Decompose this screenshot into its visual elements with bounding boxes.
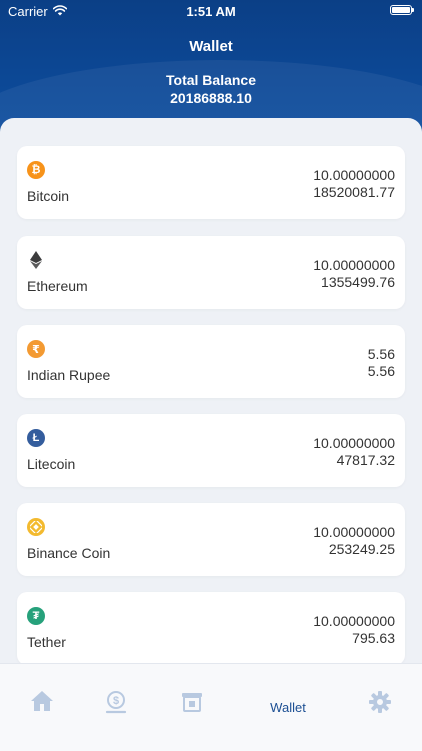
header: Carrier 1:51 AM Wallet Total Balance 201… bbox=[0, 0, 422, 135]
wallet-list[interactable]: ₿ Bitcoin 10.00000000 18520081.77 Ethere… bbox=[0, 118, 422, 663]
coin-name: Indian Rupee bbox=[27, 367, 111, 383]
coin-value: 1355499.76 bbox=[321, 274, 395, 290]
coin-amount: 10.00000000 bbox=[313, 613, 395, 629]
coin-card-binance-coin[interactable]: Binance Coin 10.00000000 253249.25 bbox=[17, 503, 405, 576]
coin-card-ethereum[interactable]: Ethereum 10.00000000 1355499.76 bbox=[17, 236, 405, 309]
tab-deposit[interactable]: $ bbox=[74, 664, 158, 751]
status-bar: Carrier 1:51 AM bbox=[0, 0, 422, 22]
coin-name: Ethereum bbox=[27, 278, 88, 294]
coin-amount: 5.56 bbox=[367, 346, 395, 362]
coin-name: Litecoin bbox=[27, 456, 76, 472]
coin-amount: 10.00000000 bbox=[313, 167, 395, 183]
coin-card-bitcoin[interactable]: ₿ Bitcoin 10.00000000 18520081.77 bbox=[17, 146, 405, 219]
tether-icon: ₮ bbox=[27, 607, 45, 625]
tab-bar: $ Wallet bbox=[0, 663, 422, 751]
tab-home[interactable] bbox=[0, 664, 84, 751]
litecoin-icon: Ł bbox=[27, 429, 45, 447]
coin-value: 5.56 bbox=[367, 363, 395, 379]
status-time: 1:51 AM bbox=[186, 4, 236, 19]
coin-card-litecoin[interactable]: Ł Litecoin 10.00000000 47817.32 bbox=[17, 414, 405, 487]
tab-wallet[interactable]: Wallet bbox=[246, 664, 330, 751]
coin-value: 47817.32 bbox=[336, 452, 395, 468]
coin-value: 795.63 bbox=[352, 630, 395, 646]
coin-value: 253249.25 bbox=[328, 541, 395, 557]
tab-atm[interactable] bbox=[150, 664, 234, 751]
coin-card-indian-rupee[interactable]: ₹ Indian Rupee 5.56 5.56 bbox=[17, 325, 405, 398]
total-balance-label: Total Balance bbox=[166, 72, 256, 88]
ethereum-icon bbox=[27, 251, 45, 269]
coin-name: Tether bbox=[27, 634, 66, 650]
atm-icon bbox=[180, 690, 204, 719]
gear-icon bbox=[368, 690, 392, 719]
home-icon bbox=[30, 690, 54, 717]
tab-settings[interactable] bbox=[338, 664, 422, 751]
page-title: Wallet bbox=[189, 38, 233, 55]
coin-amount: 10.00000000 bbox=[313, 435, 395, 451]
dollar-icon: $ bbox=[104, 690, 128, 719]
total-balance-value: 20186888.10 bbox=[170, 90, 252, 106]
coin-value: 18520081.77 bbox=[313, 184, 395, 200]
tab-wallet-label: Wallet bbox=[270, 700, 306, 715]
coin-amount: 10.00000000 bbox=[313, 524, 395, 540]
svg-text:$: $ bbox=[113, 695, 119, 707]
binance-icon bbox=[27, 518, 45, 536]
coin-amount: 10.00000000 bbox=[313, 257, 395, 273]
battery-icon bbox=[390, 5, 414, 15]
bitcoin-icon: ₿ bbox=[27, 161, 45, 179]
coin-name: Binance Coin bbox=[27, 545, 111, 561]
coin-name: Bitcoin bbox=[27, 188, 70, 204]
rupee-icon: ₹ bbox=[27, 340, 45, 358]
coin-card-tether[interactable]: ₮ Tether 10.00000000 795.63 bbox=[17, 592, 405, 663]
